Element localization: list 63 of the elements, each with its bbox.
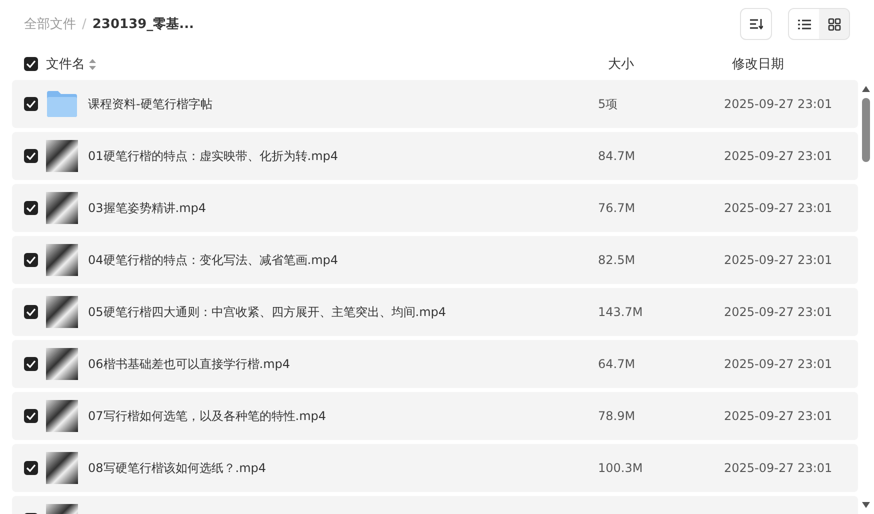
- video-thumbnail: [46, 244, 78, 276]
- file-size: 82.5M: [598, 253, 636, 267]
- scroll-down-icon[interactable]: [862, 502, 870, 508]
- file-size: 76.7M: [598, 201, 636, 215]
- file-size: 143.7M: [598, 305, 644, 319]
- modified-date: 2025-09-27 23:01: [724, 201, 832, 215]
- column-header[interactable]: 文件名: [46, 55, 85, 73]
- modified-date: 2025-09-27 23:01: [724, 97, 832, 111]
- row-checkbox[interactable]: [24, 461, 38, 475]
- modified-date: 2025-09-27 23:01: [724, 461, 832, 475]
- row-checkbox[interactable]: [24, 149, 38, 163]
- video-thumbnail: [46, 140, 78, 172]
- folder-icon: [46, 90, 78, 118]
- scroll-up-icon[interactable]: [862, 86, 870, 92]
- sort-arrows-icon[interactable]: [89, 58, 96, 70]
- modified-date: 2025-09-27 23:01: [724, 149, 832, 163]
- file-row[interactable]: 06楷书基础差也可以直接学行楷.mp4 64.7M 2025-09-27 23:01: [12, 340, 858, 388]
- file-row[interactable]: 08写硬笔行楷该如何选纸？.mp4 100.3M 2025-09-27 23:01: [12, 444, 858, 492]
- sort-icon: [749, 18, 763, 30]
- file-row[interactable]: 07写行楷如何选笔，以及各种笔的特性.mp4 78.9M 2025-09-27 23:01: [12, 392, 858, 440]
- column-header[interactable]: 修改日期: [732, 55, 784, 73]
- grid-icon: [828, 18, 840, 30]
- file-name: 05硬笔行楷四大通则：中宫收紧、四方展开、主笔突出、均间.mp4: [88, 304, 448, 320]
- video-thumbnail: [46, 348, 78, 380]
- video-thumbnail: [46, 192, 78, 224]
- row-checkbox[interactable]: [24, 201, 38, 215]
- modified-date: 2025-09-27 23:01: [724, 253, 832, 267]
- file-row[interactable]: 04硬笔行楷的特点：变化写法、减省笔画.mp4 82.5M 2025-09-27 23:01: [12, 236, 858, 284]
- scrollbar-thumb[interactable]: [862, 98, 870, 162]
- file-size: 78.9M: [598, 409, 636, 423]
- sort-button[interactable]: [740, 8, 772, 40]
- file-row[interactable]: 01硬笔行楷的特点：虚实映带、化折为转.mp4 84.7M 2025-09-27 23:01: [12, 132, 858, 180]
- modified-date: 2025-09-27 23:01: [724, 357, 832, 371]
- video-thumbnail: [46, 296, 78, 328]
- file-name: 08写硬笔行楷该如何选纸？.mp4: [88, 460, 268, 476]
- video-thumbnail: [46, 400, 78, 432]
- row-checkbox[interactable]: [24, 409, 38, 423]
- modified-date: 2025-09-27 23:01: [724, 305, 832, 319]
- list-icon: [798, 18, 810, 30]
- file-name: 06楷书基础差也可以直接学行楷.mp4: [88, 356, 292, 372]
- file-name: 01硬笔行楷的特点：虚实映带、化折为转.mp4: [88, 148, 340, 164]
- file-row[interactable]: 05硬笔行楷四大通则：中宫收紧、四方展开、主笔突出、均间.mp4 143.7M 2025-09-27 23:01: [12, 288, 858, 336]
- file-row[interactable]: 课程资料-硬笔行楷字帖 5项 2025-09-27 23:01: [12, 80, 858, 128]
- row-checkbox[interactable]: [24, 97, 38, 111]
- select-all-checkbox[interactable]: [24, 57, 38, 71]
- breadcrumb-separator: /: [82, 16, 86, 32]
- file-size: 5项: [598, 96, 619, 112]
- file-name: 课程资料-硬笔行楷字帖: [88, 96, 214, 112]
- row-checkbox[interactable]: [24, 305, 38, 319]
- file-name: 04硬笔行楷的特点：变化写法、减省笔画.mp4: [88, 252, 340, 268]
- file-row[interactable]: 03握笔姿势精讲.mp4 76.7M 2025-09-27 23:01: [12, 184, 858, 232]
- file-name: 03握笔姿势精讲.mp4: [88, 200, 208, 216]
- row-checkbox[interactable]: [24, 253, 38, 267]
- file-size: 100.3M: [598, 461, 644, 475]
- video-thumbnail: [46, 452, 78, 484]
- breadcrumb-link[interactable]: 230139_零基...: [92, 15, 194, 33]
- file-size: 64.7M: [598, 357, 636, 371]
- row-checkbox[interactable]: [24, 357, 38, 371]
- file-name: 07写行楷如何选笔，以及各种笔的特性.mp4: [88, 408, 328, 424]
- column-header[interactable]: 大小: [608, 55, 732, 73]
- modified-date: 2025-09-27 23:01: [724, 409, 832, 423]
- list-view-button[interactable]: [789, 9, 819, 39]
- file-size: 84.7M: [598, 149, 636, 163]
